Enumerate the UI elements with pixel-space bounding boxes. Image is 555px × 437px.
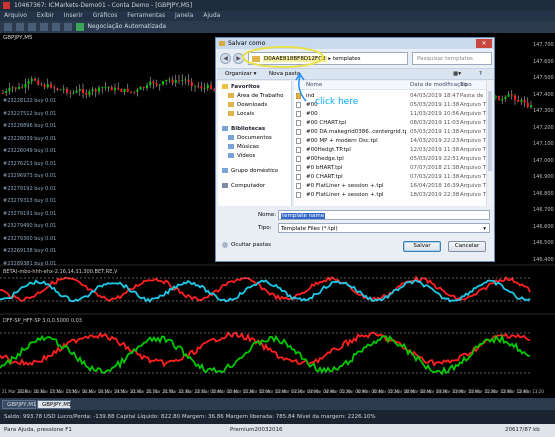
highlight-ellipse	[242, 46, 324, 68]
annotation-arrow	[298, 75, 307, 102]
annotation-text: click here	[315, 97, 359, 107]
annotation-overlay	[242, 46, 324, 102]
